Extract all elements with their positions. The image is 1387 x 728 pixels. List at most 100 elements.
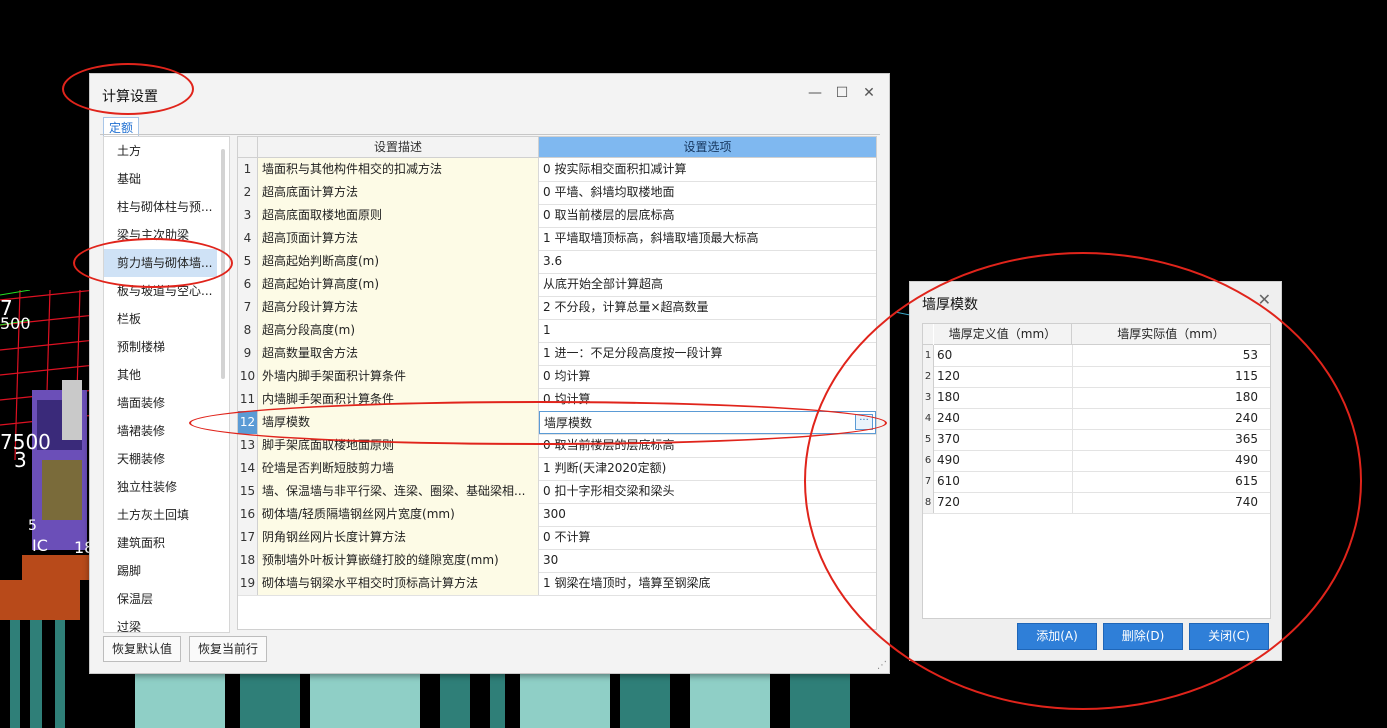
table-row[interactable]: 10 外墙内脚手架面积计算条件 0 均计算 bbox=[238, 365, 876, 389]
actual-value[interactable]: 740 bbox=[1073, 492, 1270, 513]
row-option[interactable]: 0 取当前楼层的层底标高 bbox=[539, 434, 876, 457]
row-option[interactable]: 0 均计算 bbox=[539, 388, 876, 411]
defined-value[interactable]: 120 bbox=[934, 366, 1073, 387]
actual-value[interactable]: 615 bbox=[1073, 471, 1270, 492]
actual-value[interactable]: 180 bbox=[1073, 387, 1270, 408]
pillar bbox=[310, 672, 420, 728]
close-icon[interactable]: ✕ bbox=[1258, 290, 1271, 309]
row-option[interactable]: 0 不计算 bbox=[539, 526, 876, 549]
table-row[interactable]: 3 180 180 bbox=[923, 387, 1270, 409]
table-row[interactable]: 6 超高起始计算高度(m) 从底开始全部计算超高 bbox=[238, 273, 876, 297]
row-option[interactable]: 30 bbox=[539, 549, 876, 572]
actual-value[interactable]: 365 bbox=[1073, 429, 1270, 450]
wall-thickness-table: 墙厚定义值（mm） 墙厚实际值（mm） 1 60 53 2 120 115 3 180 180 4… bbox=[922, 323, 1271, 619]
table-row[interactable]: 12 墙厚模数 墙厚模数 ··· bbox=[238, 411, 876, 435]
table-row[interactable]: 15 墙、保温墙与非平行梁、连梁、圈梁、基础梁相... 0 扣十字形相交梁和梁头 bbox=[238, 480, 876, 504]
table-row[interactable]: 5 370 365 bbox=[923, 429, 1270, 451]
table-row[interactable]: 5 超高起始判断高度(m) 3.6 bbox=[238, 250, 876, 274]
table-row[interactable]: 16 砌体墙/轻质隔墙钢丝网片宽度(mm) 300 bbox=[238, 503, 876, 527]
category-item[interactable]: 其他 bbox=[104, 361, 217, 389]
row-option[interactable]: 1 bbox=[539, 319, 876, 342]
category-item[interactable]: 土方灰土回填 bbox=[104, 501, 217, 529]
row-option[interactable]: 2 不分段，计算总量×超高数量 bbox=[539, 296, 876, 319]
category-item[interactable]: 踢脚 bbox=[104, 557, 217, 585]
table-row[interactable]: 4 240 240 bbox=[923, 408, 1270, 430]
category-item[interactable]: 保温层 bbox=[104, 585, 217, 613]
table-row[interactable]: 18 预制墙外叶板计算嵌缝打胶的缝隙宽度(mm) 30 bbox=[238, 549, 876, 573]
add-button[interactable]: 添加(A) bbox=[1017, 623, 1097, 650]
actual-value[interactable]: 240 bbox=[1073, 408, 1270, 429]
row-description: 超高顶面计算方法 bbox=[258, 227, 539, 250]
row-description: 预制墙外叶板计算嵌缝打胶的缝隙宽度(mm) bbox=[258, 549, 539, 572]
row-option[interactable]: 1 钢梁在墙顶时，墙算至钢梁底 bbox=[539, 572, 876, 595]
row-option[interactable]: 0 取当前楼层的层底标高 bbox=[539, 204, 876, 227]
pillar bbox=[30, 620, 42, 728]
row-option[interactable]: 0 均计算 bbox=[539, 365, 876, 388]
table-row[interactable]: 2 120 115 bbox=[923, 366, 1270, 388]
row-description: 砼墙是否判断短肢剪力墙 bbox=[258, 457, 539, 480]
defined-value[interactable]: 720 bbox=[934, 492, 1073, 513]
table-row[interactable]: 19 砌体墙与钢梁水平相交时顶标高计算方法 1 钢梁在墙顶时，墙算至钢梁底 bbox=[238, 572, 876, 596]
table-row[interactable]: 7 610 615 bbox=[923, 471, 1270, 493]
table-row[interactable]: 1 60 53 bbox=[923, 345, 1270, 367]
defined-value[interactable]: 370 bbox=[934, 429, 1073, 450]
category-scrollbar[interactable] bbox=[221, 149, 225, 379]
row-option[interactable]: 300 bbox=[539, 503, 876, 526]
category-item[interactable]: 独立柱装修 bbox=[104, 473, 217, 501]
close-icon[interactable]: ✕ bbox=[860, 84, 878, 102]
row-option[interactable]: 从底开始全部计算超高 bbox=[539, 273, 876, 296]
row-option[interactable]: 1 平墙取墙顶标高，斜墙取墙顶最大标高 bbox=[539, 227, 876, 250]
category-item[interactable]: 柱与砌体柱与预... bbox=[104, 193, 217, 221]
category-item[interactable]: 过梁 bbox=[104, 613, 217, 632]
row-number: 1 bbox=[238, 158, 258, 181]
table-row[interactable]: 17 阴角钢丝网片长度计算方法 0 不计算 bbox=[238, 526, 876, 550]
row-option[interactable]: 3.6 bbox=[539, 250, 876, 273]
actual-value[interactable]: 115 bbox=[1073, 366, 1270, 387]
table-row[interactable]: 8 720 740 bbox=[923, 492, 1270, 514]
actual-value[interactable]: 53 bbox=[1073, 345, 1270, 366]
category-item[interactable]: 剪力墙与砌体墙... bbox=[104, 249, 217, 277]
defined-value[interactable]: 180 bbox=[934, 387, 1073, 408]
row-option[interactable]: 1 判断(天津2020定额) bbox=[539, 457, 876, 480]
resize-grip-icon[interactable]: ⋰ bbox=[877, 660, 887, 671]
table-row[interactable]: 11 内墙脚手架面积计算条件 0 均计算 bbox=[238, 388, 876, 412]
restore-default-button[interactable]: 恢复默认值 bbox=[103, 636, 182, 662]
table-row[interactable]: 3 超高底面取楼地面原则 0 取当前楼层的层底标高 bbox=[238, 204, 876, 228]
table-row[interactable]: 8 超高分段高度(m) 1 bbox=[238, 319, 876, 343]
pillar bbox=[135, 672, 225, 728]
row-option[interactable]: 0 扣十字形相交梁和梁头 bbox=[539, 480, 876, 503]
category-item[interactable]: 建筑面积 bbox=[104, 529, 217, 557]
table-row[interactable]: 6 490 490 bbox=[923, 450, 1270, 472]
minimize-icon[interactable]: — bbox=[806, 84, 824, 102]
row-option[interactable]: 0 平墙、斜墙均取楼地面 bbox=[539, 181, 876, 204]
defined-value[interactable]: 490 bbox=[934, 450, 1073, 471]
row-option[interactable]: 0 按实际相交面积扣减计算 bbox=[539, 158, 876, 181]
table-row[interactable]: 9 超高数量取舍方法 1 进一：不足分段高度按一段计算 bbox=[238, 342, 876, 366]
table-row[interactable]: 2 超高底面计算方法 0 平墙、斜墙均取楼地面 bbox=[238, 181, 876, 205]
row-option[interactable]: 1 进一：不足分段高度按一段计算 bbox=[539, 342, 876, 365]
table-row[interactable]: 7 超高分段计算方法 2 不分段，计算总量×超高数量 bbox=[238, 296, 876, 320]
category-item[interactable]: 栏板 bbox=[104, 305, 217, 333]
table-row[interactable]: 4 超高顶面计算方法 1 平墙取墙顶标高，斜墙取墙顶最大标高 bbox=[238, 227, 876, 251]
category-item[interactable]: 基础 bbox=[104, 165, 217, 193]
more-options-icon[interactable]: ··· bbox=[855, 414, 873, 430]
table-row[interactable]: 14 砼墙是否判断短肢剪力墙 1 判断(天津2020定额) bbox=[238, 457, 876, 481]
delete-button[interactable]: 删除(D) bbox=[1103, 623, 1183, 650]
category-item[interactable]: 板与坡道与空心... bbox=[104, 277, 217, 305]
defined-value[interactable]: 60 bbox=[934, 345, 1073, 366]
category-item[interactable]: 墙裙装修 bbox=[104, 417, 217, 445]
category-item[interactable]: 墙面装修 bbox=[104, 389, 217, 417]
defined-value[interactable]: 240 bbox=[934, 408, 1073, 429]
restore-current-button[interactable]: 恢复当前行 bbox=[189, 636, 268, 662]
actual-value[interactable]: 490 bbox=[1073, 450, 1270, 471]
maximize-icon[interactable]: ☐ bbox=[833, 84, 851, 102]
close-button[interactable]: 关闭(C) bbox=[1189, 623, 1269, 650]
category-item[interactable]: 梁与主次肋梁 bbox=[104, 221, 217, 249]
category-item[interactable]: 预制楼梯 bbox=[104, 333, 217, 361]
table-row[interactable]: 1 墙面积与其他构件相交的扣减方法 0 按实际相交面积扣减计算 bbox=[238, 158, 876, 182]
row-option[interactable]: 墙厚模数 bbox=[539, 411, 876, 434]
category-item[interactable]: 天棚装修 bbox=[104, 445, 217, 473]
defined-value[interactable]: 610 bbox=[934, 471, 1073, 492]
category-item[interactable]: 土方 bbox=[104, 137, 217, 165]
table-row[interactable]: 13 脚手架底面取楼地面原则 0 取当前楼层的层底标高 bbox=[238, 434, 876, 458]
